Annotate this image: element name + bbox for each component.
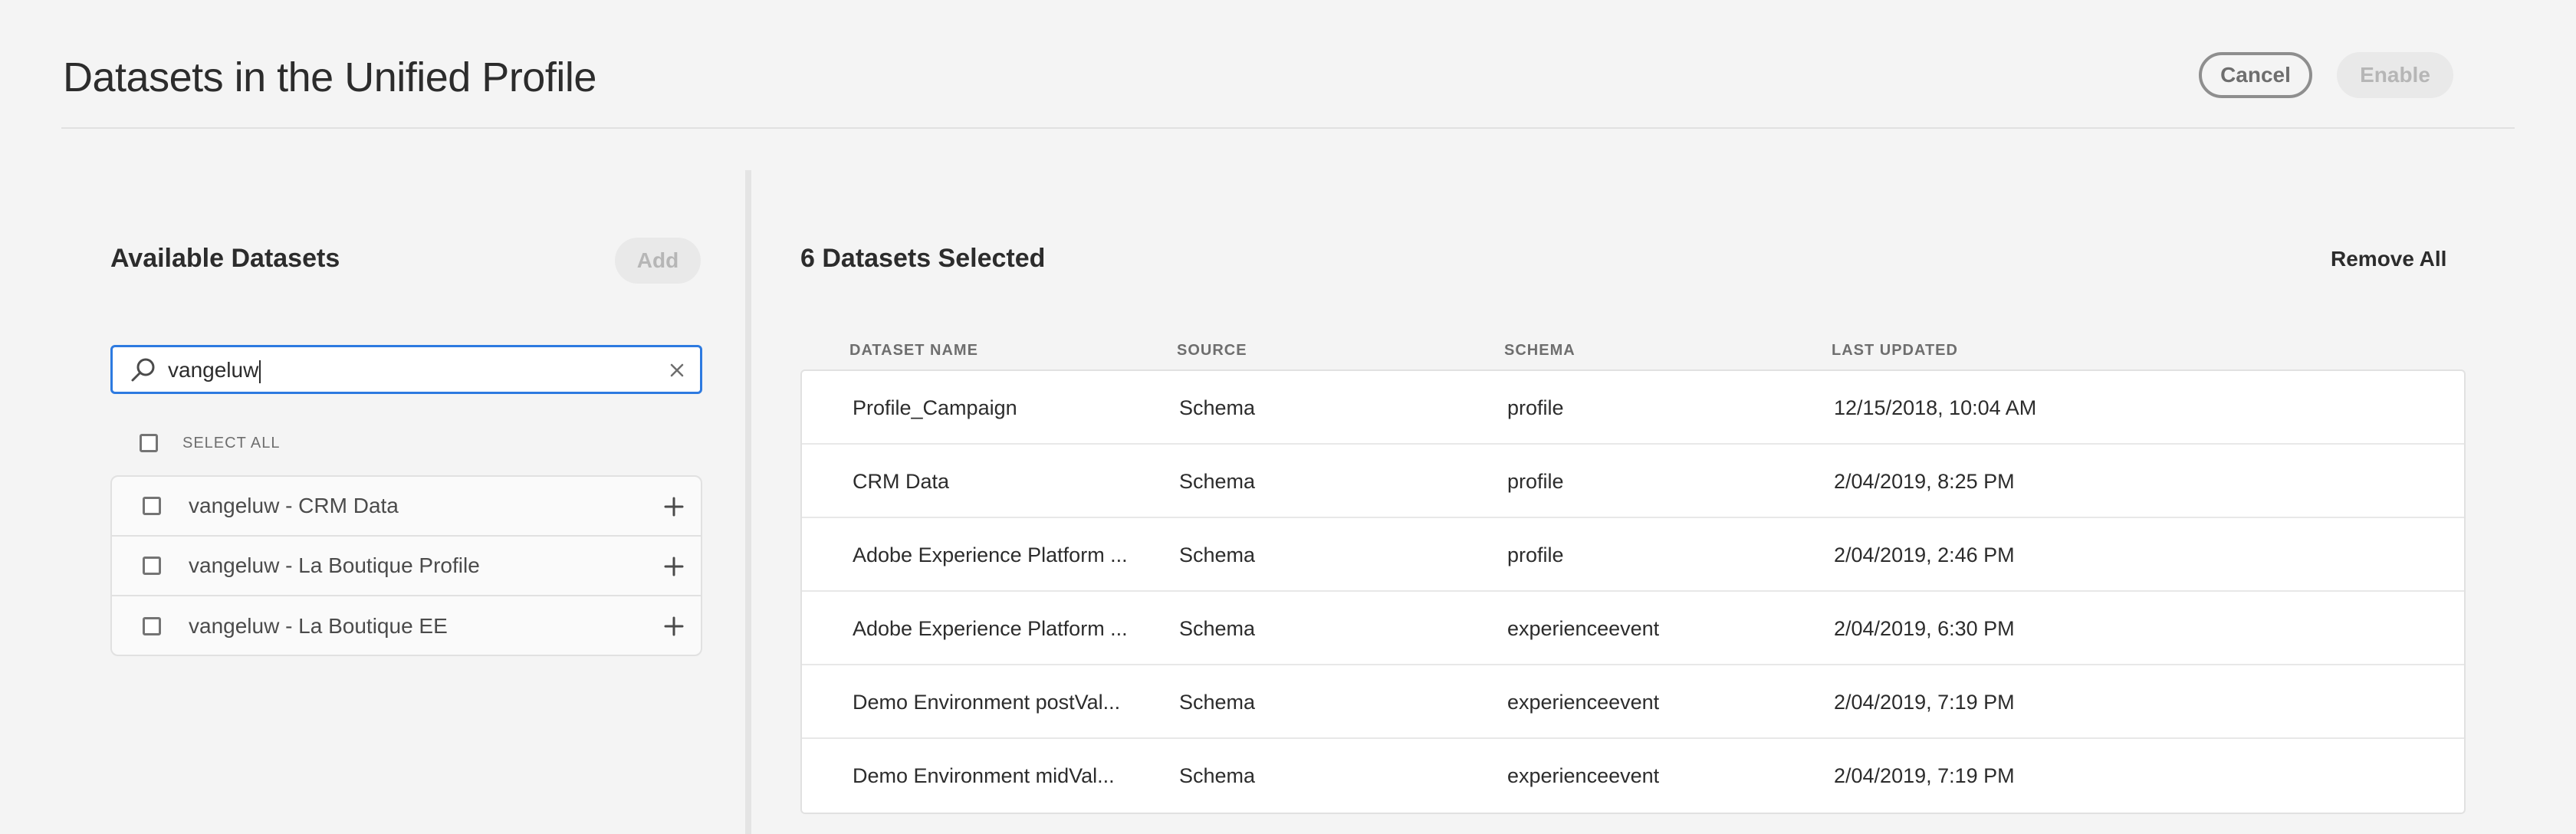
page-title: Datasets in the Unified Profile xyxy=(63,54,596,100)
add-button[interactable]: Add xyxy=(615,238,701,284)
select-all-checkbox[interactable] xyxy=(140,434,158,452)
cell-schema: profile xyxy=(1507,543,1564,566)
cell-schema: experienceevent xyxy=(1507,691,1660,714)
page-header: Datasets in the Unified Profile xyxy=(61,0,2515,129)
cell-dataset-name: Profile_Campaign xyxy=(853,396,1017,419)
select-all-label: SELECT ALL xyxy=(182,434,281,451)
column-header-source[interactable]: SOURCE xyxy=(1177,342,1247,360)
select-all-row[interactable]: SELECT ALL xyxy=(140,431,280,455)
cell-last-updated: 2/04/2019, 2:46 PM xyxy=(1834,543,2015,566)
column-header-last-updated[interactable]: LAST UPDATED xyxy=(1832,342,1958,360)
dataset-checkbox[interactable] xyxy=(143,617,161,635)
cell-source: Schema xyxy=(1179,396,1256,419)
search-icon xyxy=(131,358,155,382)
cell-schema: profile xyxy=(1507,396,1564,419)
cell-schema: experienceevent xyxy=(1507,764,1660,787)
plus-icon[interactable] xyxy=(664,497,684,517)
dataset-label: vangeluw - La Boutique Profile xyxy=(189,553,480,577)
plus-icon[interactable] xyxy=(664,557,684,576)
dataset-checkbox[interactable] xyxy=(143,557,161,575)
cell-dataset-name: Demo Environment midVal... xyxy=(853,764,1115,787)
list-item[interactable]: vangeluw - CRM Data xyxy=(112,477,701,537)
clear-icon[interactable] xyxy=(668,361,686,379)
column-header-schema[interactable]: SCHEMA xyxy=(1504,342,1576,360)
dataset-checkbox[interactable] xyxy=(143,497,161,515)
cancel-button[interactable]: Cancel xyxy=(2199,52,2312,98)
table-row[interactable]: Demo Environment midVal... Schema experi… xyxy=(802,739,2464,813)
plus-icon[interactable] xyxy=(664,616,684,636)
cell-source: Schema xyxy=(1179,691,1256,714)
text-caret xyxy=(259,360,261,383)
cell-last-updated: 2/04/2019, 7:19 PM xyxy=(1834,764,2015,787)
cell-dataset-name: Adobe Experience Platform ... xyxy=(853,617,1128,640)
table-row[interactable]: Adobe Experience Platform ... Schema exp… xyxy=(802,592,2464,665)
cell-source: Schema xyxy=(1179,543,1256,566)
remove-all-button[interactable]: Remove All xyxy=(2331,247,2446,271)
cell-last-updated: 2/04/2019, 8:25 PM xyxy=(1834,470,2015,493)
selected-datasets-table: Profile_Campaign Schema profile 12/15/20… xyxy=(800,369,2466,814)
cell-dataset-name: Adobe Experience Platform ... xyxy=(853,543,1128,566)
cell-last-updated: 2/04/2019, 6:30 PM xyxy=(1834,617,2015,640)
cell-last-updated: 12/15/2018, 10:04 AM xyxy=(1834,396,2037,419)
list-item[interactable]: vangeluw - La Boutique EE xyxy=(112,596,701,656)
cell-last-updated: 2/04/2019, 7:19 PM xyxy=(1834,691,2015,714)
cell-dataset-name: CRM Data xyxy=(853,470,950,493)
dataset-label: vangeluw - CRM Data xyxy=(189,494,399,517)
column-header-dataset-name[interactable]: DATASET NAME xyxy=(849,342,978,360)
cell-schema: profile xyxy=(1507,470,1564,493)
table-row[interactable]: CRM Data Schema profile 2/04/2019, 8:25 … xyxy=(802,445,2464,518)
cell-dataset-name: Demo Environment postVal... xyxy=(853,691,1121,714)
search-value[interactable]: vangeluw xyxy=(168,358,258,382)
search-input[interactable]: vangeluw xyxy=(110,345,702,394)
enable-button[interactable]: Enable xyxy=(2337,52,2453,98)
available-datasets-title: Available Datasets xyxy=(110,244,340,273)
table-row[interactable]: Demo Environment postVal... Schema exper… xyxy=(802,665,2464,739)
cell-schema: experienceevent xyxy=(1507,617,1660,640)
table-row[interactable]: Profile_Campaign Schema profile 12/15/20… xyxy=(802,371,2464,445)
panel-divider xyxy=(745,170,751,834)
table-row[interactable]: Adobe Experience Platform ... Schema pro… xyxy=(802,518,2464,592)
selected-datasets-title: 6 Datasets Selected xyxy=(800,244,1046,273)
cell-source: Schema xyxy=(1179,617,1256,640)
cell-source: Schema xyxy=(1179,764,1256,787)
table-header: DATASET NAME SOURCE SCHEMA LAST UPDATED xyxy=(800,342,2466,362)
dataset-label: vangeluw - La Boutique EE xyxy=(189,614,448,638)
available-datasets-list: vangeluw - CRM Data vangeluw - La Boutiq… xyxy=(110,475,702,656)
cell-source: Schema xyxy=(1179,470,1256,493)
list-item[interactable]: vangeluw - La Boutique Profile xyxy=(112,537,701,596)
